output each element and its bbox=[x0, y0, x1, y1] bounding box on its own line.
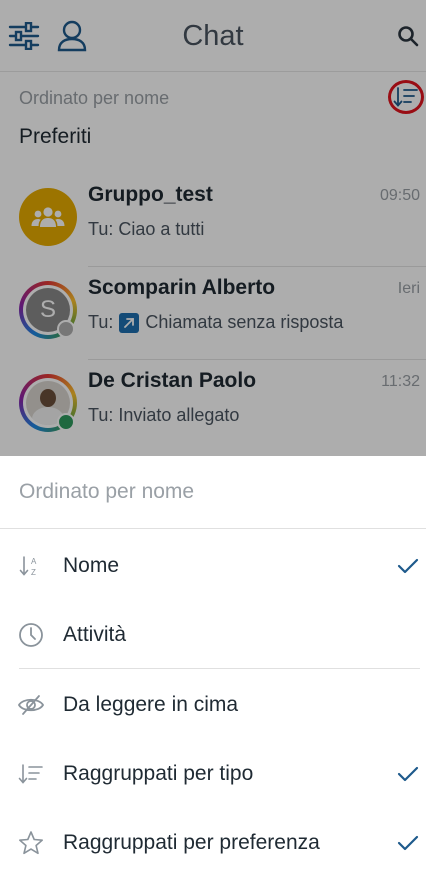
sort-options-sheet: Ordinato per nome A Z Nome Attività Da l… bbox=[0, 456, 426, 877]
option-sort-name[interactable]: A Z Nome bbox=[0, 535, 426, 595]
sheet-divider bbox=[19, 668, 420, 669]
sort-list-icon bbox=[16, 759, 46, 789]
option-label: Raggruppati per tipo bbox=[63, 762, 254, 785]
option-group-by-type[interactable]: Raggruppati per tipo bbox=[0, 743, 426, 803]
check-icon bbox=[394, 553, 422, 579]
option-sort-activity[interactable]: Attività bbox=[0, 604, 426, 664]
option-unread-on-top[interactable]: Da leggere in cima bbox=[0, 674, 426, 734]
svg-text:A: A bbox=[31, 557, 37, 566]
check-icon bbox=[394, 830, 422, 856]
star-icon bbox=[16, 828, 46, 858]
clock-icon bbox=[16, 620, 46, 650]
option-label: Nome bbox=[63, 554, 120, 577]
option-label: Attività bbox=[63, 623, 127, 646]
sheet-divider bbox=[0, 528, 426, 529]
sheet-title: Ordinato per nome bbox=[19, 480, 195, 503]
option-label: Da leggere in cima bbox=[63, 693, 239, 716]
svg-text:Z: Z bbox=[31, 568, 36, 577]
sort-alpha-icon: A Z bbox=[16, 551, 46, 581]
option-group-by-preference[interactable]: Raggruppati per preferenza bbox=[0, 812, 426, 872]
option-label: Raggruppati per preferenza bbox=[63, 831, 320, 854]
eye-icon bbox=[16, 690, 46, 720]
check-icon bbox=[394, 761, 422, 787]
